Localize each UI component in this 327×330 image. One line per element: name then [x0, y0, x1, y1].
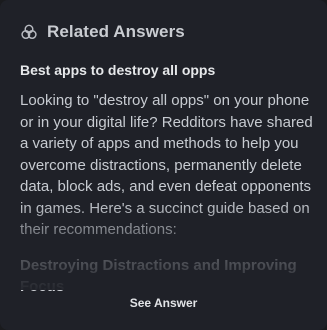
related-answers-card: Related Answers Best apps to destroy all… [0, 0, 327, 330]
question-title[interactable]: Best apps to destroy all opps [20, 60, 316, 80]
card-title: Related Answers [47, 22, 185, 41]
related-answers-icon [21, 24, 37, 40]
answer-subheading: Destroying Distractions and Improving Fo… [20, 256, 297, 295]
answer-text: Looking to "destroy all opps" on your ph… [20, 92, 313, 238]
answer-preview: Best apps to destroy all opps Looking to… [20, 60, 316, 297]
see-answer-button[interactable]: See Answer [0, 296, 327, 310]
card-header: Related Answers [20, 18, 185, 46]
